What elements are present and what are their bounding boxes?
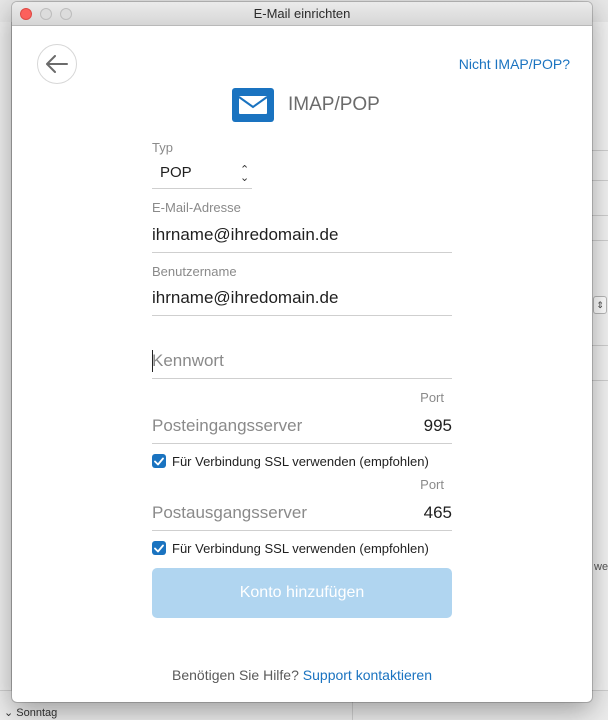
email-underline: [152, 252, 452, 253]
text-caret: [152, 350, 153, 372]
incoming-ssl-label: Für Verbindung SSL verwenden (empfohlen): [172, 453, 429, 469]
username-underline: [152, 315, 452, 316]
username-input[interactable]: [152, 283, 452, 313]
type-select-value: POP: [160, 164, 192, 181]
background-divider: [592, 215, 608, 216]
arrow-left-icon: [46, 55, 68, 73]
help-text: Benötigen Sie Hilfe?: [172, 667, 299, 683]
background-divider: [592, 150, 608, 151]
chevron-up-down-icon: ⌃ ⌄: [240, 164, 250, 184]
help-footer: Benötigen Sie Hilfe? Support kontaktiere…: [12, 667, 592, 683]
background-right-pane: [590, 22, 608, 712]
outgoing-ssl-checkbox[interactable]: Für Verbindung SSL verwenden (empfohlen): [152, 539, 429, 557]
background-divider: [592, 345, 608, 346]
title-bar[interactable]: E-Mail einrichten: [12, 2, 592, 26]
email-input[interactable]: [152, 220, 452, 250]
background-divider: [592, 180, 608, 181]
background-divider: [592, 240, 608, 241]
email-field[interactable]: [152, 220, 452, 250]
envelope-icon: [232, 88, 274, 122]
password-input[interactable]: [152, 346, 452, 376]
chevron-down-icon: ⌄: [4, 707, 14, 719]
username-field[interactable]: [152, 283, 452, 313]
incoming-ssl-checkbox[interactable]: Für Verbindung SSL verwenden (empfohlen): [152, 452, 429, 470]
incoming-underline: [152, 443, 452, 444]
background-text-fragment: weit: [594, 561, 608, 573]
account-type-header: IMAP/POP: [232, 86, 380, 124]
background-stepper: ⇕: [593, 296, 607, 314]
type-label: Typ: [152, 140, 173, 155]
outgoing-server-input[interactable]: Postausgangsserver: [152, 503, 307, 523]
email-label: E-Mail-Adresse: [152, 200, 241, 215]
incoming-server-input[interactable]: Posteingangsserver: [152, 416, 302, 436]
incoming-port-label: Port: [420, 390, 444, 405]
background-left-pane: [0, 22, 12, 712]
background-divider: [592, 380, 608, 381]
type-select[interactable]: POP ⌃ ⌄: [152, 158, 252, 190]
outgoing-port-input[interactable]: 465: [424, 503, 452, 523]
account-type-title: IMAP/POP: [288, 94, 380, 115]
checkmark-icon[interactable]: [152, 454, 166, 468]
not-imap-pop-link[interactable]: Nicht IMAP/POP?: [459, 56, 570, 72]
outgoing-port-label: Port: [420, 477, 444, 492]
setup-email-window: E-Mail einrichten Nicht IMAP/POP? IMAP/P…: [12, 2, 592, 702]
password-underline: [152, 378, 452, 379]
checkmark-icon[interactable]: [152, 541, 166, 555]
contact-support-link[interactable]: Support kontaktieren: [303, 667, 432, 683]
username-label: Benutzername: [152, 264, 237, 279]
password-field[interactable]: [152, 346, 452, 376]
add-account-button[interactable]: Konto hinzufügen: [152, 568, 452, 618]
window-title: E-Mail einrichten: [253, 6, 351, 21]
outgoing-ssl-label: Für Verbindung SSL verwenden (empfohlen): [172, 540, 429, 556]
incoming-port-input[interactable]: 995: [424, 416, 452, 436]
outgoing-underline: [152, 530, 452, 531]
background-day-label: ⌄ Sonntag: [4, 707, 58, 719]
type-select-underline: [152, 188, 252, 189]
back-button[interactable]: [37, 44, 77, 84]
